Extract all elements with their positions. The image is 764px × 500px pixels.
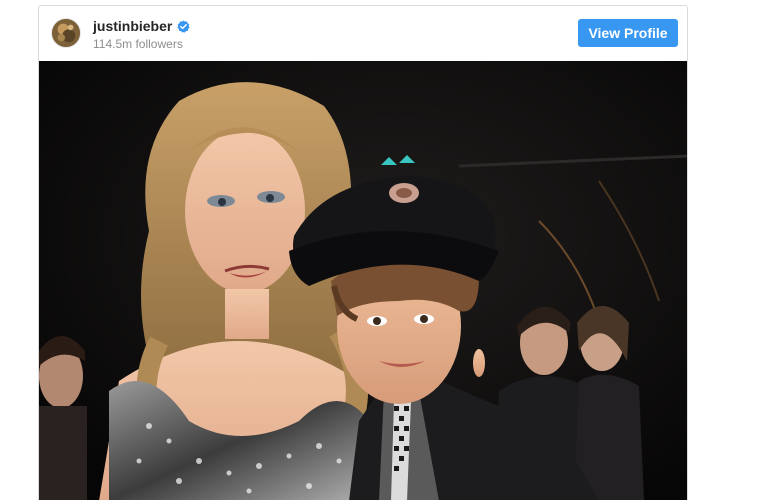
- view-profile-button[interactable]: View Profile: [578, 19, 678, 47]
- follower-count: 114.5m followers: [93, 37, 183, 51]
- user-info: justinbieber 114.5m followers: [93, 17, 190, 52]
- post-header: justinbieber 114.5m followers View Profi…: [39, 6, 687, 60]
- avatar-image: [52, 19, 80, 47]
- username-link[interactable]: justinbieber: [93, 17, 172, 35]
- instagram-embed: justinbieber 114.5m followers View Profi…: [38, 5, 688, 500]
- photo-image: [39, 61, 687, 500]
- verified-badge-icon: [177, 19, 190, 33]
- post-photo[interactable]: [39, 61, 687, 500]
- avatar[interactable]: [51, 18, 81, 48]
- username-row: justinbieber: [93, 17, 190, 35]
